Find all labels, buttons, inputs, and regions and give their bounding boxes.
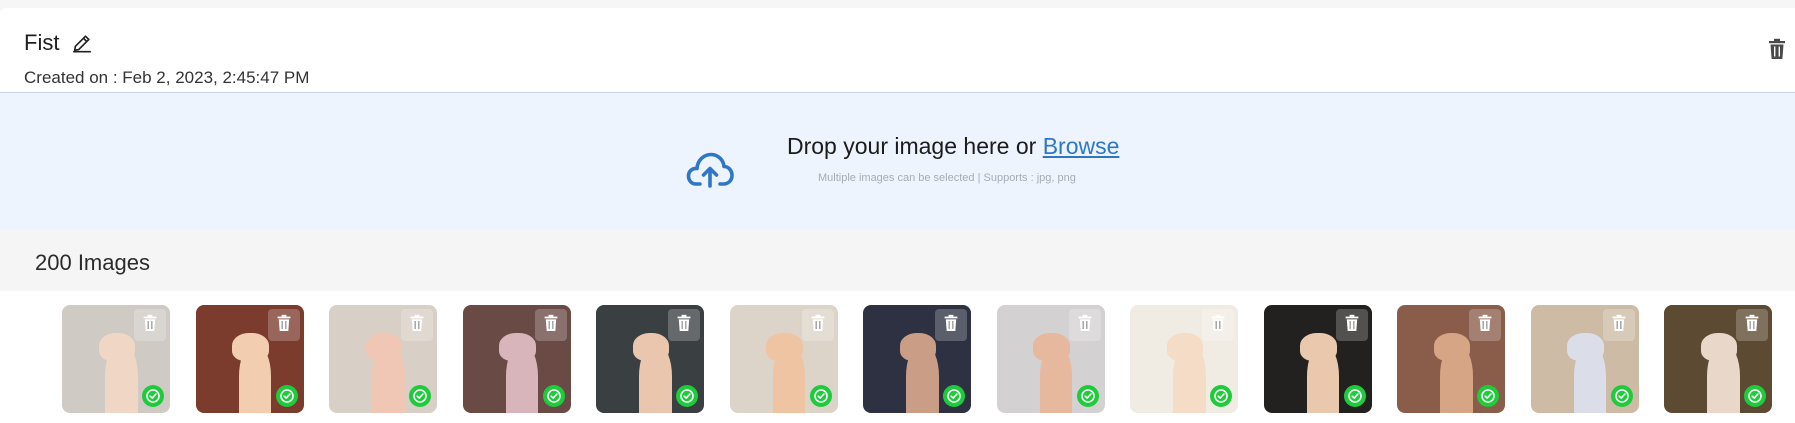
thumbnail-fist xyxy=(632,333,670,362)
check-circle-icon xyxy=(1477,385,1499,407)
dropzone-subtext: Multiple images can be selected | Suppor… xyxy=(818,172,1076,184)
check-circle-icon xyxy=(1343,385,1366,407)
thumbnail-fist xyxy=(1033,333,1070,362)
trash-icon xyxy=(810,314,826,337)
delete-image-button[interactable] xyxy=(1602,309,1635,341)
trash-icon xyxy=(142,314,158,337)
image-thumbnail[interactable] xyxy=(1664,305,1772,413)
image-thumbnail[interactable] xyxy=(1130,305,1238,413)
image-thumbnail[interactable] xyxy=(1530,305,1639,413)
trash-icon xyxy=(543,314,559,337)
delete-image-button[interactable] xyxy=(1469,309,1501,341)
trash-icon xyxy=(276,314,292,337)
check-circle-icon xyxy=(542,385,565,407)
delete-image-button[interactable] xyxy=(134,309,166,341)
image-grid xyxy=(0,305,1795,423)
delete-image-button[interactable] xyxy=(534,309,567,341)
check-circle-icon xyxy=(809,385,832,407)
class-header: Fist Created on : Feb 2, 2023, 2:45:47 P… xyxy=(0,8,1795,92)
trash-icon xyxy=(676,314,692,337)
check-circle-icon xyxy=(676,385,698,407)
trash-icon xyxy=(1611,314,1627,337)
thumbnail-fist xyxy=(899,333,937,362)
image-thumbnail[interactable] xyxy=(729,305,838,413)
cloud-upload-icon[interactable] xyxy=(686,151,734,189)
delete-image-button[interactable] xyxy=(1335,309,1368,341)
check-circle-icon xyxy=(943,385,965,407)
check-circle-icon xyxy=(1610,385,1633,407)
check-circle-icon xyxy=(1744,385,1766,407)
trash-icon xyxy=(409,314,425,337)
image-thumbnail[interactable] xyxy=(1263,305,1372,413)
check-circle-icon xyxy=(142,385,164,407)
check-circle-icon xyxy=(275,385,298,407)
created-timestamp: Created on : Feb 2, 2023, 2:45:47 PM xyxy=(24,68,310,87)
title-row: Fist xyxy=(24,30,93,56)
image-count-bar: 200 Images xyxy=(0,229,1795,291)
class-card: Fist Created on : Feb 2, 2023, 2:45:47 P… xyxy=(0,8,1795,423)
trash-icon[interactable] xyxy=(1767,38,1787,60)
thumbnail-fist xyxy=(1166,333,1204,362)
dropzone-text: Drop your image here or Browse xyxy=(787,133,1119,160)
thumbnail-fist xyxy=(1567,333,1604,362)
thumbnail-fist xyxy=(365,333,403,362)
delete-image-button[interactable] xyxy=(668,309,700,341)
image-thumbnail[interactable] xyxy=(1397,305,1505,413)
trash-icon xyxy=(943,314,959,337)
delete-image-button[interactable] xyxy=(1736,309,1768,341)
dropzone-prompt: Drop your image here or xyxy=(787,133,1043,159)
delete-image-button[interactable] xyxy=(935,309,967,341)
delete-image-button[interactable] xyxy=(1068,309,1101,341)
thumbnail-fist xyxy=(1433,333,1471,362)
delete-image-button[interactable] xyxy=(1202,309,1234,341)
image-thumbnail[interactable] xyxy=(462,305,571,413)
thumbnail-fist xyxy=(766,333,803,362)
trash-icon xyxy=(1210,314,1226,337)
check-circle-icon xyxy=(1210,385,1232,407)
image-thumbnail[interactable] xyxy=(195,305,304,413)
delete-image-button[interactable] xyxy=(801,309,834,341)
trash-icon xyxy=(1744,314,1760,337)
image-thumbnail[interactable] xyxy=(62,305,170,413)
image-thumbnail[interactable] xyxy=(996,305,1105,413)
browse-link[interactable]: Browse xyxy=(1043,133,1120,159)
image-thumbnail[interactable] xyxy=(863,305,971,413)
thumbnail-fist xyxy=(1300,333,1337,362)
thumbnail-fist xyxy=(98,333,136,362)
trash-icon xyxy=(1077,314,1093,337)
thumbnail-fist xyxy=(1700,333,1738,362)
thumbnail-fist xyxy=(232,333,269,362)
image-dropzone[interactable]: Drop your image here or Browse Multiple … xyxy=(0,92,1795,230)
check-circle-icon xyxy=(1076,385,1099,407)
trash-icon xyxy=(1477,314,1493,337)
trash-icon xyxy=(1344,314,1360,337)
delete-image-button[interactable] xyxy=(401,309,433,341)
pencil-icon[interactable] xyxy=(71,32,93,54)
class-title: Fist xyxy=(24,30,60,55)
image-thumbnail[interactable] xyxy=(596,305,704,413)
delete-image-button[interactable] xyxy=(267,309,300,341)
image-thumbnail[interactable] xyxy=(329,305,437,413)
check-circle-icon xyxy=(409,385,431,407)
thumbnail-fist xyxy=(499,333,536,362)
image-count: 200 Images xyxy=(35,250,150,275)
